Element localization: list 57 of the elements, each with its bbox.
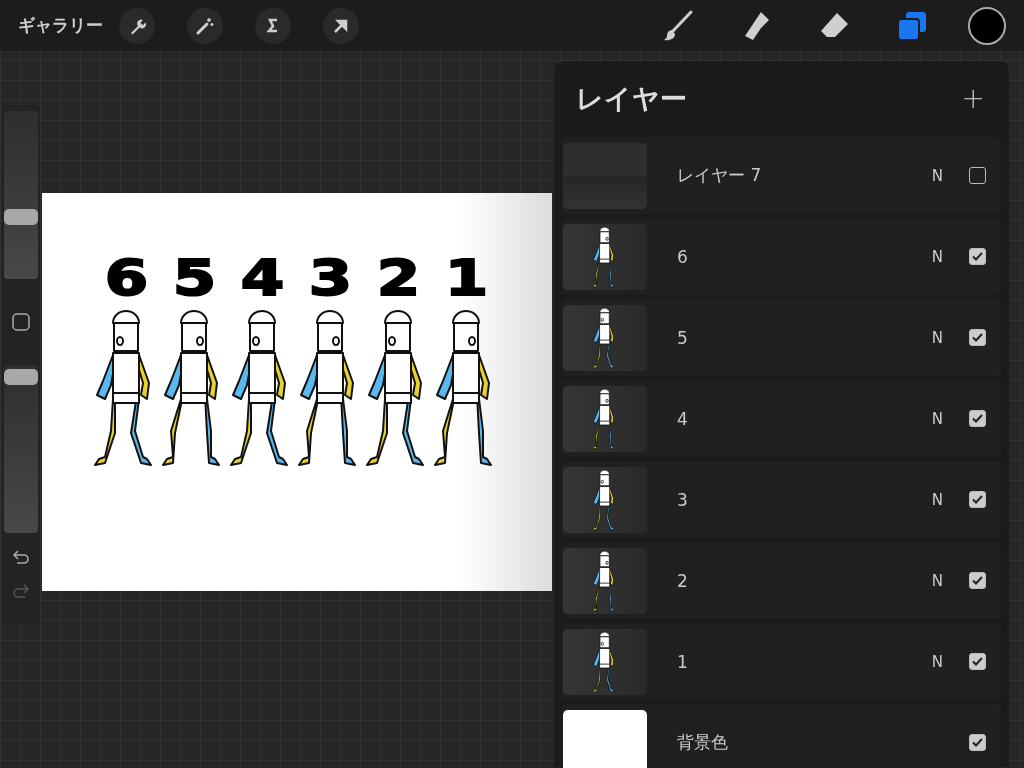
checkmark-icon xyxy=(972,414,983,423)
layers-title: レイヤー xyxy=(576,82,687,116)
layer-row[interactable]: レイヤー 7 N xyxy=(562,137,1001,214)
add-layer-button[interactable]: + xyxy=(961,85,985,113)
layer-name: 1 xyxy=(677,651,689,672)
modify-button-icon[interactable] xyxy=(12,313,30,331)
blend-mode-button[interactable]: N xyxy=(931,571,943,590)
visibility-checkbox[interactable] xyxy=(969,410,986,427)
frame-number: 1 xyxy=(444,253,488,303)
gallery-button[interactable]: ギャラリー xyxy=(18,14,103,37)
blend-mode-button[interactable]: N xyxy=(931,409,943,428)
layer-row[interactable]: 3 N xyxy=(562,461,1001,538)
visibility-checkbox[interactable] xyxy=(969,653,986,670)
blend-mode-button[interactable]: N xyxy=(931,247,943,266)
layer-name: 2 xyxy=(677,570,689,591)
undo-icon[interactable] xyxy=(12,549,30,565)
checkmark-icon xyxy=(972,738,983,747)
visibility-checkbox[interactable] xyxy=(969,491,986,508)
blend-mode-button[interactable]: N xyxy=(931,166,943,185)
frame-number: 2 xyxy=(376,253,420,303)
visibility-checkbox[interactable] xyxy=(969,329,986,346)
layer-row[interactable]: 2 N xyxy=(562,542,1001,619)
checkmark-icon xyxy=(972,495,983,504)
checkmark-icon xyxy=(972,657,983,666)
layer-row[interactable]: 6 N xyxy=(562,218,1001,295)
checkmark-icon xyxy=(972,333,983,342)
layer-row[interactable]: 5 N xyxy=(562,299,1001,376)
opacity-slider[interactable] xyxy=(4,365,38,533)
layer-name: レイヤー 7 xyxy=(677,164,763,187)
visibility-checkbox[interactable] xyxy=(969,248,986,265)
blend-mode-button[interactable]: N xyxy=(931,328,943,347)
frame-number: 6 xyxy=(104,253,148,303)
color-swatch[interactable] xyxy=(968,6,1006,45)
visibility-checkbox[interactable] xyxy=(969,167,986,184)
layer-row[interactable]: 背景色 xyxy=(562,704,1001,768)
wrench-icon[interactable] xyxy=(119,7,155,44)
slider-thumb[interactable] xyxy=(4,368,38,385)
layer-name: 3 xyxy=(677,489,689,510)
blend-mode-button[interactable]: N xyxy=(931,652,943,671)
checkmark-icon xyxy=(972,252,983,261)
blend-mode-button[interactable]: N xyxy=(931,490,943,509)
layer-row[interactable]: 1 N xyxy=(562,623,1001,700)
selection-icon[interactable] xyxy=(255,7,291,44)
layer-name: 4 xyxy=(677,408,689,429)
layer-name: 5 xyxy=(677,327,689,348)
slider-thumb[interactable] xyxy=(4,208,38,225)
layer-name: 6 xyxy=(677,246,689,267)
brush-size-slider[interactable] xyxy=(4,111,38,279)
checkmark-icon xyxy=(972,576,983,585)
frame-number: 5 xyxy=(172,253,216,303)
layer-row[interactable]: 4 N xyxy=(562,380,1001,457)
frame-number: 4 xyxy=(240,253,284,303)
visibility-checkbox[interactable] xyxy=(969,572,986,589)
magic-wand-icon[interactable] xyxy=(187,7,223,44)
visibility-checkbox[interactable] xyxy=(969,734,986,751)
layer-name: 背景色 xyxy=(677,731,729,754)
frame-number: 3 xyxy=(308,253,352,303)
